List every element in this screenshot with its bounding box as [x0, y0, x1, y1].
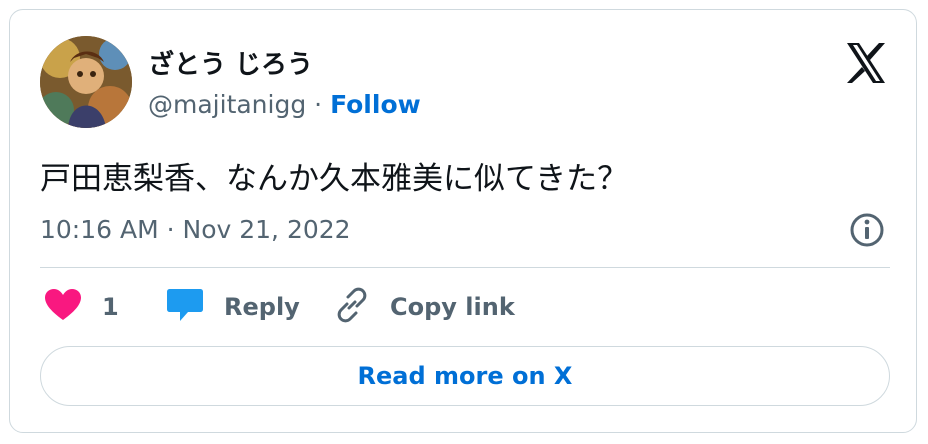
x-logo-icon[interactable]	[844, 41, 888, 85]
handle-separator: ·	[306, 90, 331, 119]
reply-label: Reply	[224, 293, 300, 321]
speech-bubble-icon	[166, 287, 204, 327]
heart-icon	[44, 288, 82, 326]
read-more-label: Read more on X	[357, 362, 573, 390]
follow-button[interactable]: Follow	[330, 90, 421, 119]
link-icon	[334, 287, 370, 327]
copy-link-label: Copy link	[390, 293, 515, 321]
author-display-name[interactable]: ざとう じろう	[148, 44, 313, 81]
copy-link-button[interactable]: Copy link	[334, 285, 515, 329]
author-handle[interactable]: @majitanigg	[148, 90, 306, 119]
read-more-button[interactable]: Read more on X	[40, 346, 890, 406]
reply-button[interactable]: Reply	[166, 285, 300, 329]
tweet-text: 戸田恵梨香、なんか久本雅美に似てきた？	[40, 161, 629, 197]
divider	[40, 267, 890, 268]
like-button[interactable]: 1	[44, 285, 119, 329]
tweet-timestamp[interactable]: 10:16 AM · Nov 21, 2022	[40, 215, 351, 244]
like-count: 1	[102, 293, 119, 321]
author-handle-row: @majitanigg · Follow	[148, 90, 421, 119]
tweet-card: ざとう じろう @majitanigg · Follow 戸田恵梨香、なんか久本…	[9, 9, 917, 433]
info-icon[interactable]	[848, 211, 886, 249]
avatar[interactable]	[40, 36, 132, 128]
